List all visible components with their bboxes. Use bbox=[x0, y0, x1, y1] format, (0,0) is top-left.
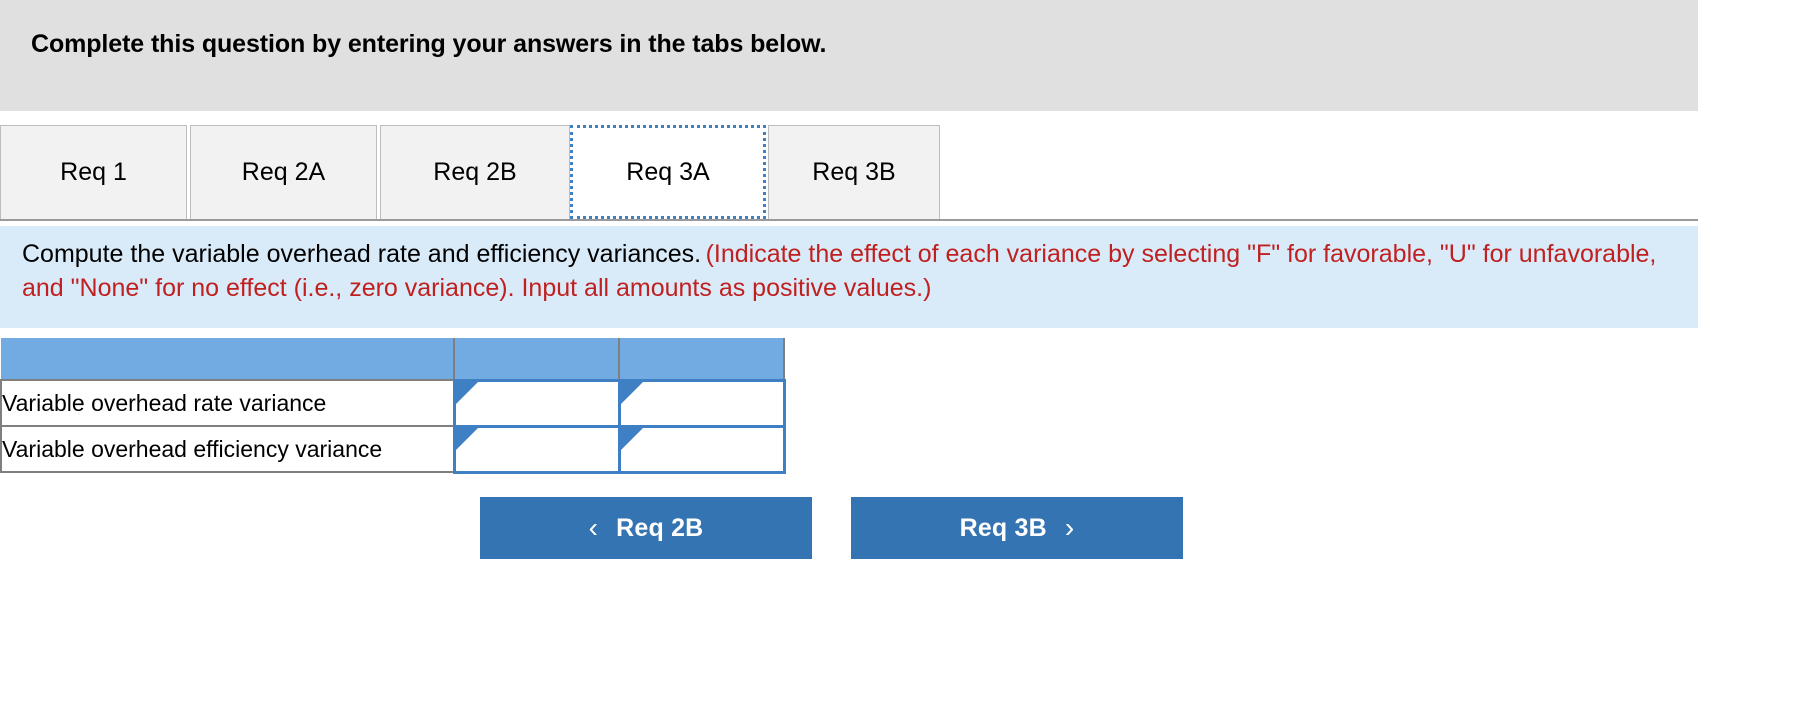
tab-strip-divider bbox=[0, 219, 1698, 221]
efficiency-variance-amount-cell[interactable] bbox=[452, 424, 621, 474]
table-header-amount-cell bbox=[453, 338, 620, 381]
instruction-banner: Complete this question by entering your … bbox=[0, 0, 1698, 111]
table-header-label-cell bbox=[1, 338, 455, 381]
next-button-label: Req 3B bbox=[959, 513, 1047, 542]
table-header-row bbox=[1, 338, 785, 381]
tab-label: Req 1 bbox=[60, 158, 127, 186]
rate-variance-amount-input[interactable] bbox=[469, 383, 615, 423]
rate-variance-effect-input[interactable] bbox=[634, 383, 780, 423]
tab-req-2b[interactable]: Req 2B bbox=[380, 125, 570, 219]
tab-label: Req 3B bbox=[812, 158, 896, 186]
requirement-text: Compute the variable overhead rate and e… bbox=[22, 240, 702, 268]
tab-label: Req 3A bbox=[626, 157, 710, 186]
variance-answer-table: Variable overhead rate variance Variable… bbox=[0, 338, 786, 474]
tab-req-2a[interactable]: Req 2A bbox=[190, 125, 377, 219]
table-row: Variable overhead rate variance bbox=[0, 378, 786, 428]
row-label-efficiency-variance: Variable overhead efficiency variance bbox=[0, 425, 455, 473]
prev-button-label: Req 2B bbox=[616, 513, 704, 542]
rate-variance-effect-cell[interactable] bbox=[617, 378, 786, 428]
next-req-3b-button[interactable]: Req 3B › bbox=[851, 497, 1183, 559]
chevron-left-icon: ‹ bbox=[588, 512, 599, 543]
tab-req-1[interactable]: Req 1 bbox=[0, 125, 187, 219]
instruction-banner-text: Complete this question by entering your … bbox=[31, 30, 827, 58]
efficiency-variance-effect-input[interactable] bbox=[634, 429, 780, 469]
table-header-effect-cell bbox=[618, 338, 785, 381]
tab-req-3b[interactable]: Req 3B bbox=[768, 125, 940, 219]
efficiency-variance-effect-cell[interactable] bbox=[617, 424, 786, 474]
row-label-rate-variance: Variable overhead rate variance bbox=[0, 379, 455, 427]
tab-strip: Req 1 Req 2A Req 2B Req 3A Req 3B bbox=[0, 125, 1698, 221]
tab-req-3a[interactable]: Req 3A bbox=[570, 125, 766, 219]
requirement-band: Compute the variable overhead rate and e… bbox=[0, 226, 1698, 328]
chevron-right-icon: › bbox=[1064, 512, 1075, 543]
tab-label: Req 2B bbox=[433, 158, 517, 186]
table-row: Variable overhead efficiency variance bbox=[0, 424, 786, 474]
prev-req-2b-button[interactable]: ‹ Req 2B bbox=[480, 497, 812, 559]
rate-variance-amount-cell[interactable] bbox=[452, 378, 621, 428]
tab-label: Req 2A bbox=[241, 158, 326, 186]
efficiency-variance-amount-input[interactable] bbox=[469, 429, 615, 469]
